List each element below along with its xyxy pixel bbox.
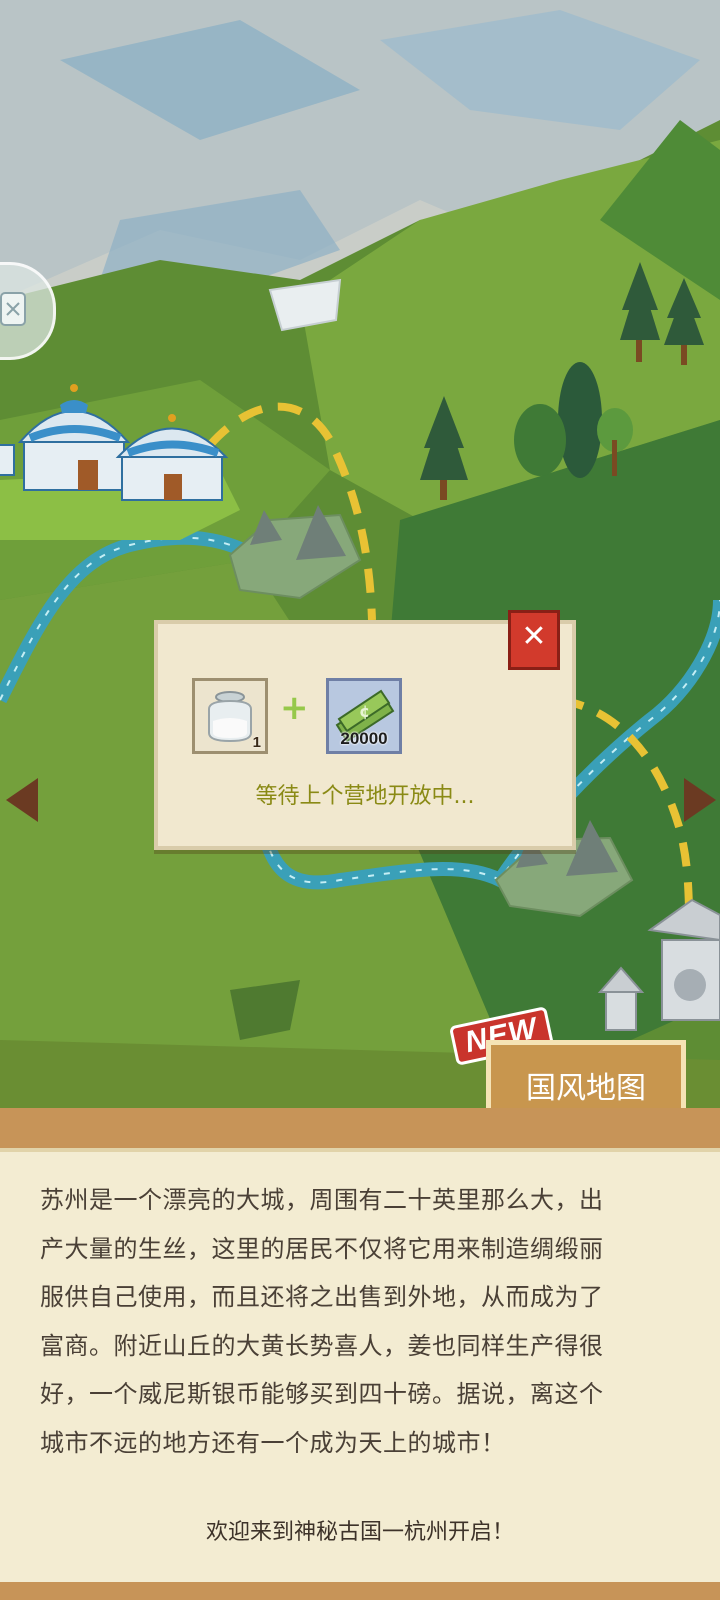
- welcome-text: 欢迎来到神秘古国一杭州开启！: [205, 1520, 514, 1545]
- map-button-label: 国风地图: [526, 1071, 646, 1106]
- city-description: 苏州是一个漂亮的大城，周围有二十英里那么大，出 产大量的生丝，这里的居民不仅将它…: [40, 1176, 690, 1468]
- next-map-arrow-icon[interactable]: [684, 778, 716, 822]
- description-line: 产大量的生丝，这里的居民不仅将它用来制造绸缎丽: [40, 1234, 604, 1263]
- description-line: 城市不远的地方还有一个成为天上的城市！: [40, 1428, 506, 1457]
- reward-item-cash[interactable]: ¢ 20000: [326, 678, 402, 754]
- map-scroll-icon: [0, 292, 26, 326]
- close-button[interactable]: ✕: [508, 610, 560, 670]
- description-line: 服供自己使用，而且还将之出售到外地，从而成为了: [40, 1283, 604, 1312]
- close-icon: ✕: [521, 619, 547, 654]
- map-background: [0, 0, 720, 1120]
- camp-reward-popup: ✕ 1 + ¢ 20000 等待上个营地开放中...: [154, 610, 576, 850]
- sugar-quantity: 1: [252, 734, 261, 751]
- description-line: 富商。附近山丘的大黄长势喜人，姜也同样生产得很: [40, 1331, 604, 1360]
- description-line: 好，一个威尼斯银币能够买到四十磅。据说，离这个: [40, 1380, 604, 1409]
- reward-item-sugar[interactable]: 1: [192, 678, 268, 754]
- plus-icon: +: [280, 688, 309, 728]
- description-line: 苏州是一个漂亮的大城，周围有二十英里那么大，出: [40, 1186, 604, 1214]
- svg-text:¢: ¢: [359, 702, 370, 721]
- cash-quantity: 20000: [340, 729, 388, 748]
- waiting-status-text: 等待上个营地开放中...: [255, 784, 475, 809]
- world-map[interactable]: [0, 0, 720, 1120]
- previous-map-arrow-icon[interactable]: [6, 778, 38, 822]
